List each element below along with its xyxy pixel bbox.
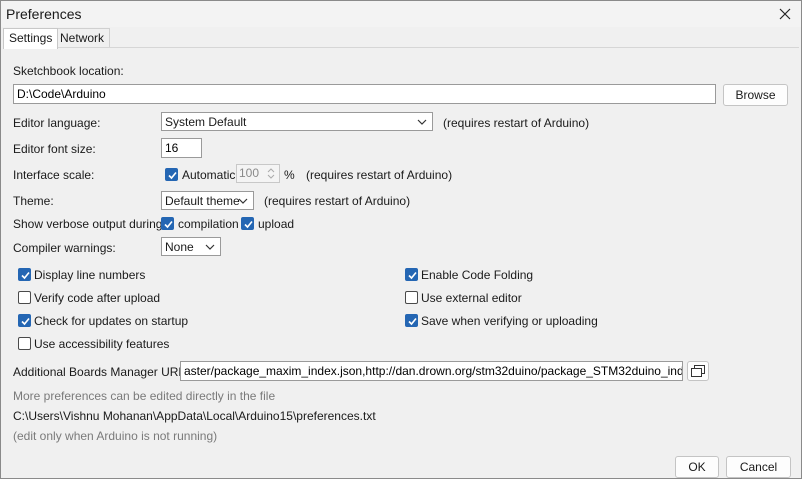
chevron-down-icon [417,119,427,125]
cancel-button[interactable]: Cancel [726,456,791,478]
verbose-output-label: Show verbose output during: [13,217,166,231]
automatic-scale-checkbox[interactable] [165,168,178,181]
editor-language-note: (requires restart of Arduino) [443,116,590,130]
checkmark-icon [408,271,417,280]
tab-network[interactable]: Network [54,28,111,48]
automatic-scale-label: Automatic [182,168,236,182]
compiler-warnings-label: Compiler warnings: [13,241,116,255]
check-updates-label: Check for updates on startup [34,314,189,328]
close-icon [779,8,791,20]
checkmark-icon [168,171,177,180]
compiler-warnings-select[interactable]: None [161,237,221,256]
interface-scale-label: Interface scale: [13,168,95,182]
ok-button[interactable]: OK [675,456,719,478]
editor-language-label: Editor language: [13,116,101,130]
external-editor-checkbox[interactable] [405,291,418,304]
more-preferences-text: More preferences can be edited directly … [13,389,276,403]
theme-value: Default theme [165,194,240,208]
verbose-upload-checkbox[interactable] [241,217,254,230]
interface-scale-note: (requires restart of Arduino) [306,168,453,182]
checkmark-icon [21,271,30,280]
scale-unit: % [284,168,295,182]
accessibility-checkbox[interactable] [18,337,31,350]
window-list-icon [691,365,705,377]
checkmark-icon [21,317,30,326]
title-bar: Preferences [1,1,801,27]
tab-settings[interactable]: Settings [3,28,59,49]
browse-button[interactable]: Browse [723,84,788,106]
display-line-numbers-checkbox[interactable] [18,268,31,281]
edit-note-text: (edit only when Arduino is not running) [13,429,218,443]
code-folding-label: Enable Code Folding [421,268,534,282]
verbose-compilation-checkbox[interactable] [161,217,174,230]
chevron-down-icon [238,198,248,204]
chevron-down-icon [205,244,215,250]
editor-language-select[interactable]: System Default [161,112,433,131]
boards-urls-input[interactable]: aster/package_maxim_index.json,http://da… [180,361,683,381]
save-on-verify-checkbox[interactable] [405,314,418,327]
accessibility-label: Use accessibility features [34,337,170,351]
theme-note: (requires restart of Arduino) [264,194,411,208]
interface-scale-spinner[interactable]: 100 [236,164,280,183]
verify-after-upload-label: Verify code after upload [34,291,161,305]
font-size-label: Editor font size: [13,142,96,156]
sketchbook-location-input[interactable]: D:\Code\Arduino [13,84,716,104]
external-editor-label: Use external editor [421,291,522,305]
checkmark-icon [164,220,173,229]
compiler-warnings-value: None [165,240,194,254]
preferences-window: Preferences Settings Network Sketchbook … [0,0,802,479]
tab-bar: Settings Network [3,28,799,49]
boards-urls-edit-button[interactable] [687,361,709,381]
verbose-compilation-label: compilation [178,217,239,231]
settings-panel: Sketchbook location: D:\Code\Arduino Bro… [3,47,799,450]
verify-after-upload-checkbox[interactable] [18,291,31,304]
code-folding-checkbox[interactable] [405,268,418,281]
preferences-file-path: C:\Users\Vishnu Mohanan\AppData\Local\Ar… [13,409,376,423]
verbose-upload-label: upload [258,217,295,231]
display-line-numbers-label: Display line numbers [34,268,146,282]
check-updates-checkbox[interactable] [18,314,31,327]
window-title: Preferences [6,6,82,22]
checkmark-icon [244,220,253,229]
close-button[interactable] [771,3,799,25]
font-size-input[interactable]: 16 [161,138,202,158]
sketchbook-label: Sketchbook location: [13,64,124,78]
interface-scale-value: 100 [238,166,259,180]
spinner-arrows-icon [267,168,275,179]
theme-select[interactable]: Default theme [161,191,254,210]
theme-label: Theme: [13,194,54,208]
boards-urls-label: Additional Boards Manager URLs: [13,365,195,379]
checkmark-icon [408,317,417,326]
save-on-verify-label: Save when verifying or uploading [421,314,598,328]
editor-language-value: System Default [165,115,247,129]
